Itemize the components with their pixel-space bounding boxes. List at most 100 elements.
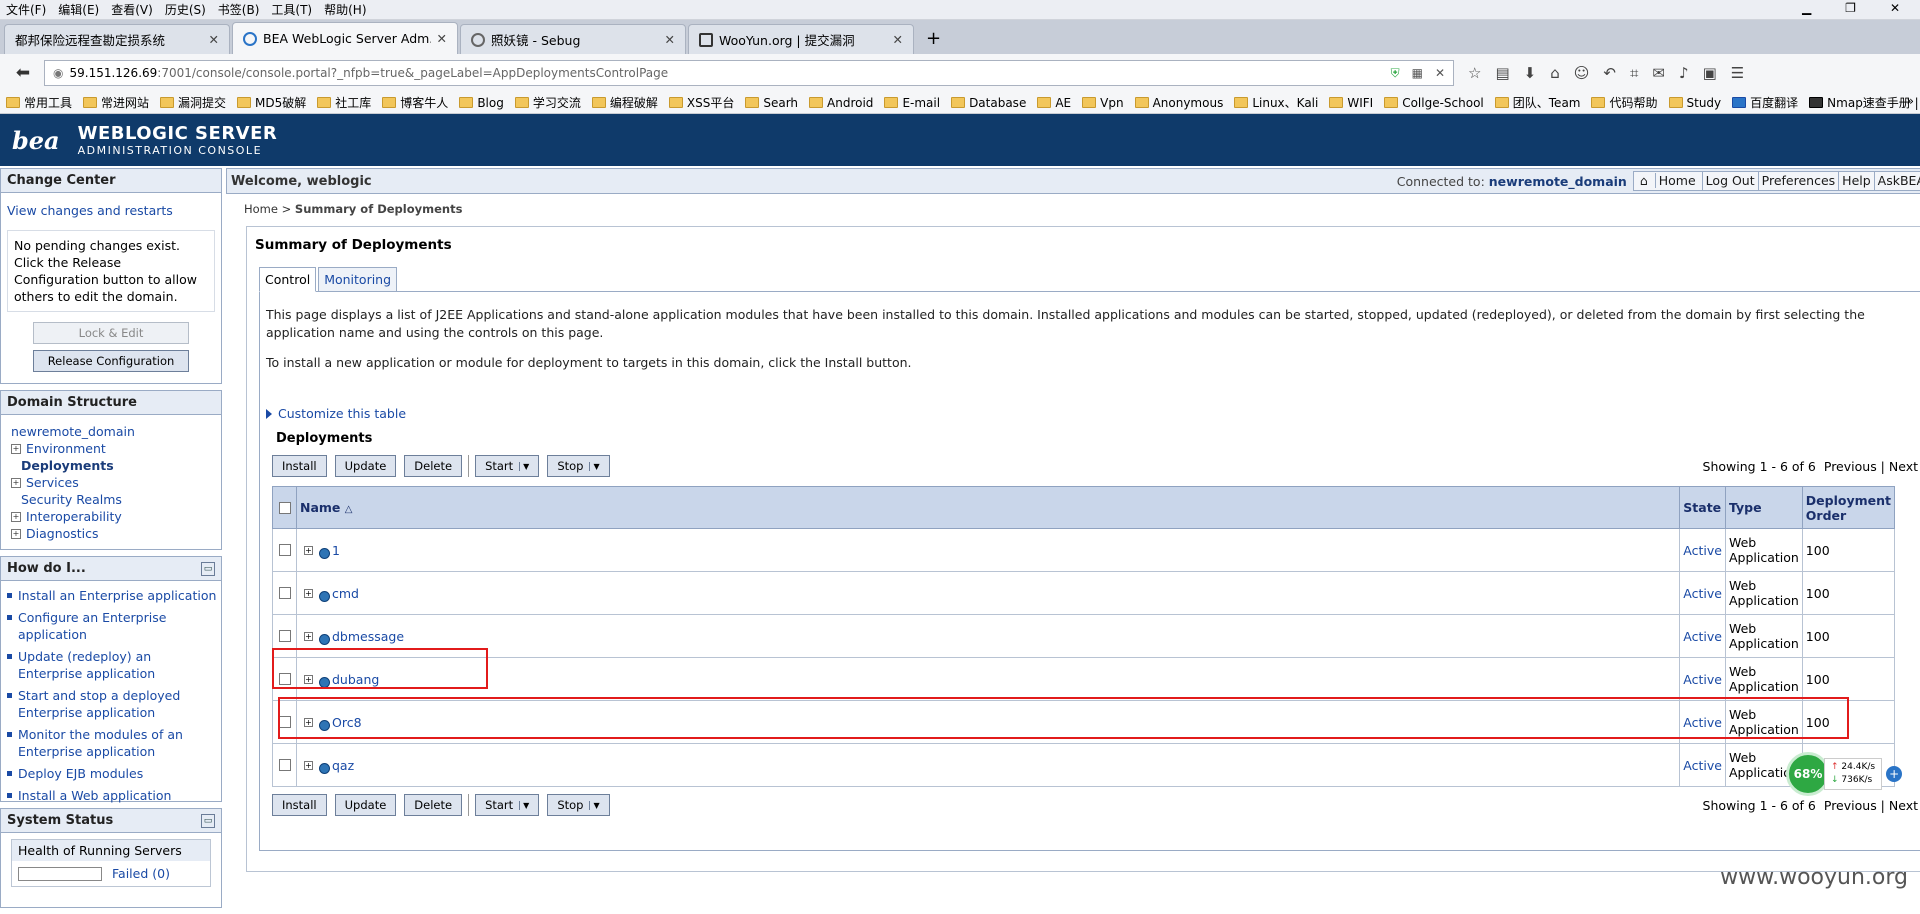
sound-icon[interactable]: ♪ [1679, 64, 1689, 82]
close-tab-icon[interactable]: ✕ [665, 32, 675, 47]
tab-monitoring[interactable]: Monitoring [318, 267, 397, 292]
next-link[interactable]: Next [1889, 798, 1918, 813]
stop-button[interactable]: Stop▼ [547, 794, 609, 816]
dropdown-arrow-icon[interactable]: ▼ [589, 801, 599, 810]
dropdown-arrow-icon[interactable]: ▼ [589, 462, 599, 471]
tree-node-services[interactable]: +Services [11, 474, 211, 491]
net-add-icon[interactable]: + [1886, 766, 1902, 782]
tree-node-security-realms[interactable]: Security Realms [31, 491, 211, 508]
previous-link[interactable]: Previous [1824, 798, 1877, 813]
home-icon[interactable]: ⌂ [1550, 64, 1560, 82]
menu-view[interactable]: 查看(V) [111, 1, 153, 18]
how-item[interactable]: Install a Web application [7, 787, 217, 804]
breadcrumb-home[interactable]: Home [244, 202, 278, 216]
sort-asc-icon[interactable]: △ [345, 504, 353, 515]
bookmark-item[interactable]: Android [809, 96, 873, 110]
bookmark-item[interactable]: MD5破解 [237, 94, 306, 111]
menu-edit[interactable]: 编辑(E) [58, 1, 99, 18]
col-deployment-order[interactable]: Deployment Order [1802, 487, 1894, 529]
expand-icon[interactable]: + [11, 529, 21, 539]
tree-node-interoperability[interactable]: + Interoperability [11, 508, 211, 525]
deployment-name-link[interactable]: dbmessage [332, 629, 404, 644]
tree-label[interactable]: Interoperability [26, 508, 122, 525]
previous-link[interactable]: Previous [1824, 459, 1877, 474]
lock-edit-button[interactable]: Lock & Edit [33, 322, 189, 344]
download-icon[interactable]: ⬇ [1524, 64, 1537, 82]
how-item[interactable]: Deploy EJB modules [7, 765, 217, 782]
bookmark-item[interactable]: Vpn [1082, 96, 1123, 110]
menu-bookmarks[interactable]: 书签(B) [218, 1, 260, 18]
row-checkbox[interactable] [279, 544, 291, 556]
comment-icon[interactable]: ✉ [1652, 64, 1665, 82]
failed-link[interactable]: Failed (0) [112, 866, 170, 881]
bookmark-item[interactable]: 社工库 [317, 94, 371, 111]
how-item-link[interactable]: Configure an Enterprise application [18, 609, 217, 643]
select-all-checkbox[interactable] [279, 502, 291, 514]
how-item[interactable]: Configure an Enterprise application [7, 609, 217, 643]
logout-link[interactable]: Log Out [1702, 172, 1758, 190]
how-item-link[interactable]: Update (redeploy) an Enterprise applicat… [18, 648, 217, 682]
star-icon[interactable]: ☆ [1468, 64, 1481, 82]
close-tab-icon[interactable]: ✕ [893, 32, 903, 47]
how-item-link[interactable]: Install a Web application [18, 787, 171, 804]
bookmark-item[interactable]: WIFI [1329, 96, 1373, 110]
bookmark-item[interactable]: Anonymous [1135, 96, 1224, 110]
bookmark-item[interactable]: 漏洞提交 [160, 94, 226, 111]
install-button[interactable]: Install [272, 794, 327, 816]
new-tab-icon[interactable]: + [926, 28, 941, 49]
menu-help[interactable]: 帮助(H) [324, 1, 366, 18]
bookmark-item[interactable]: Database [951, 96, 1026, 110]
install-button[interactable]: Install [272, 455, 327, 477]
maximize-icon[interactable]: ❐ [1845, 1, 1856, 15]
clear-url-icon[interactable]: ✕ [1435, 66, 1445, 81]
bookmark-item[interactable]: 编程破解 [592, 94, 658, 111]
url-bar[interactable]: ◉ 59.151.126.69:7001/console/console.por… [44, 60, 1454, 86]
bookmark-item[interactable]: 代码帮助 [1591, 94, 1657, 111]
release-configuration-button[interactable]: Release Configuration [33, 350, 189, 372]
start-button[interactable]: Start▼ [475, 455, 539, 477]
menu-file[interactable]: 文件(F) [6, 1, 46, 18]
chat-icon[interactable]: ☺ [1574, 64, 1590, 82]
bookmark-item[interactable]: 常用工具 [6, 94, 72, 111]
tree-node-environment[interactable]: +Environment [11, 440, 211, 457]
bookmark-item[interactable]: XSS平台 [669, 94, 734, 111]
close-window-icon[interactable]: ✕ [1890, 1, 1900, 15]
minimize-icon[interactable]: ▁ [1802, 1, 1811, 15]
dropdown-arrow-icon[interactable]: ▼ [519, 462, 529, 471]
help-link[interactable]: Help [1838, 172, 1874, 190]
collapse-icon[interactable]: ▭ [201, 562, 215, 576]
bookmark-item[interactable]: 百度翻译 [1732, 94, 1798, 111]
preferences-link[interactable]: Preferences [1758, 172, 1839, 190]
col-type[interactable]: Type [1725, 487, 1802, 529]
askbea-link[interactable]: AskBEA [1874, 172, 1920, 190]
close-tab-icon[interactable]: ✕ [437, 31, 447, 46]
customize-link[interactable]: Customize this table [278, 406, 406, 421]
expand-icon[interactable]: + [11, 512, 21, 522]
bookmark-item[interactable]: Study [1669, 96, 1722, 110]
update-button[interactable]: Update [335, 794, 397, 816]
bookmark-item[interactable]: E-mail [884, 96, 940, 110]
bookmark-item[interactable]: 常进网站 [83, 94, 149, 111]
deployment-name-link[interactable]: qaz [332, 758, 354, 773]
next-link[interactable]: Next [1889, 459, 1918, 474]
expand-row-icon[interactable]: + [304, 632, 313, 641]
undo-icon[interactable]: ↶ [1603, 64, 1616, 82]
back-icon[interactable]: ⬅ [8, 59, 38, 87]
collapse-icon[interactable]: ▭ [201, 814, 215, 828]
bookmark-item[interactable]: 学习交流 [515, 94, 581, 111]
expand-row-icon[interactable]: + [304, 589, 313, 598]
how-item-link[interactable]: Deploy EJB modules [18, 765, 143, 782]
tree-label[interactable]: Services [26, 474, 79, 491]
expand-row-icon[interactable]: + [304, 761, 313, 770]
update-button[interactable]: Update [335, 455, 397, 477]
browser-tab-1[interactable]: 都邦保险远程查勘定损系统✕ [4, 24, 230, 54]
browser-tab-4[interactable]: WooYun.org | 提交漏洞✕ [688, 24, 914, 54]
bookmark-item[interactable]: 团队、Team [1495, 94, 1581, 111]
dropdown-arrow-icon[interactable]: ▼ [519, 801, 529, 810]
delete-button[interactable]: Delete [404, 794, 462, 816]
tree-label[interactable]: Environment [26, 440, 106, 457]
more-bookmarks-icon[interactable]: » [1907, 94, 1914, 108]
browser-tab-2[interactable]: BEA WebLogic Server Adm...✕ [232, 22, 458, 54]
bookmark-item[interactable]: Collge-School [1384, 96, 1484, 110]
browser-tab-3[interactable]: 照妖镜 - Sebug✕ [460, 24, 686, 54]
